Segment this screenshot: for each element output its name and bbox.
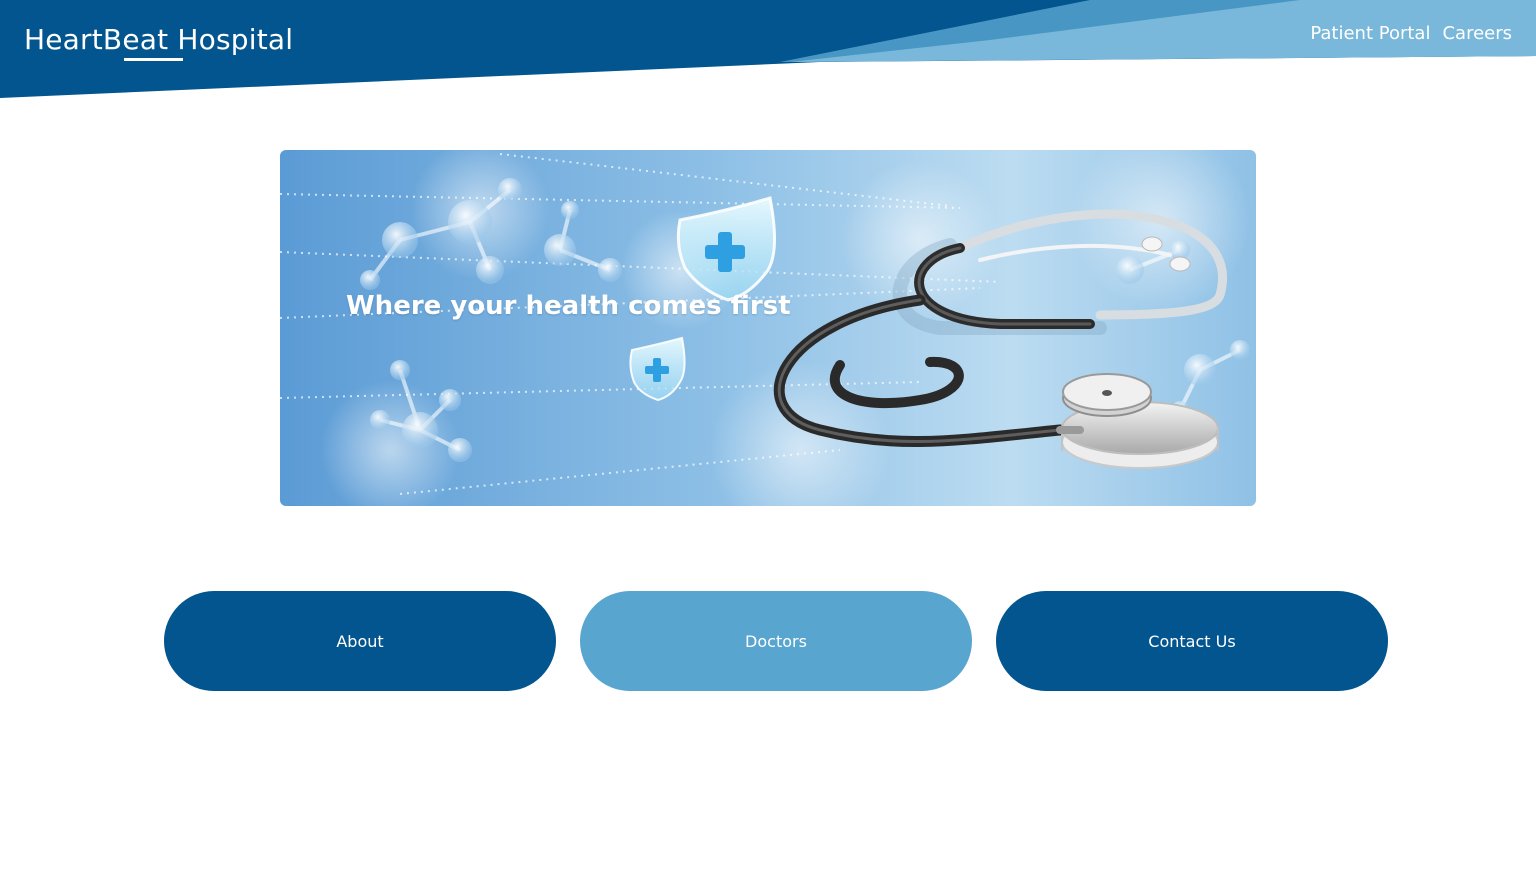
about-button[interactable]: About [164, 591, 556, 691]
site-title[interactable]: HeartBeat Hospital [24, 20, 293, 60]
contact-us-button[interactable]: Contact Us [996, 591, 1388, 691]
shield-cross-small-icon [629, 336, 686, 402]
hero-tagline: Where your health comes first [346, 291, 791, 321]
hero-banner: Where your health comes first [280, 150, 1256, 506]
title-underline [124, 58, 183, 61]
top-nav: Patient Portal Careers [1310, 20, 1512, 48]
site-header: HeartBeat Hospital Patient Portal Career… [0, 0, 1536, 100]
doctors-button[interactable]: Doctors [580, 591, 972, 691]
main-button-row: About Doctors Contact Us [164, 591, 1388, 691]
nav-link-patient-portal[interactable]: Patient Portal [1310, 20, 1430, 48]
hero-image [280, 150, 1250, 506]
nav-link-careers[interactable]: Careers [1442, 20, 1512, 48]
